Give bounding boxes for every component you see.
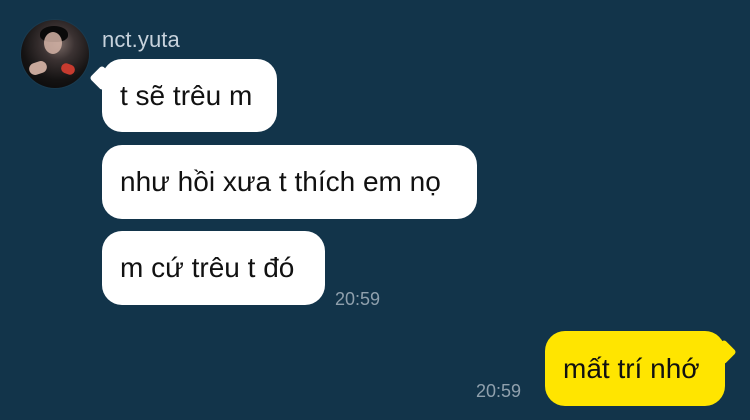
incoming-message-bubble[interactable]: m cứ trêu t đó — [102, 231, 325, 305]
outgoing-message-timestamp: 20:59 — [476, 381, 522, 401]
incoming-message-text: t sẽ trêu m — [120, 79, 253, 111]
outgoing-message-text: mất trí nhớ — [563, 352, 700, 384]
incoming-message-bubble[interactable]: như hồi xưa t thích em nọ — [102, 145, 477, 219]
incoming-message-timestamp: 20:59 — [335, 289, 381, 309]
outgoing-message-bubble[interactable]: mất trí nhớ — [545, 331, 725, 406]
sender-avatar[interactable] — [21, 20, 89, 88]
chat-window: nct.yuta t sẽ trêu m như hồi xưa t thích… — [0, 0, 750, 420]
incoming-message-text: m cứ trêu t đó — [120, 252, 295, 283]
incoming-message-text: như hồi xưa t thích em nọ — [120, 166, 441, 197]
avatar-face-shape — [44, 32, 62, 54]
sender-name[interactable]: nct.yuta — [102, 28, 180, 52]
avatar-mic-shape — [59, 61, 77, 77]
avatar-hand-shape — [27, 59, 49, 77]
incoming-message-bubble[interactable]: t sẽ trêu m — [102, 59, 277, 132]
